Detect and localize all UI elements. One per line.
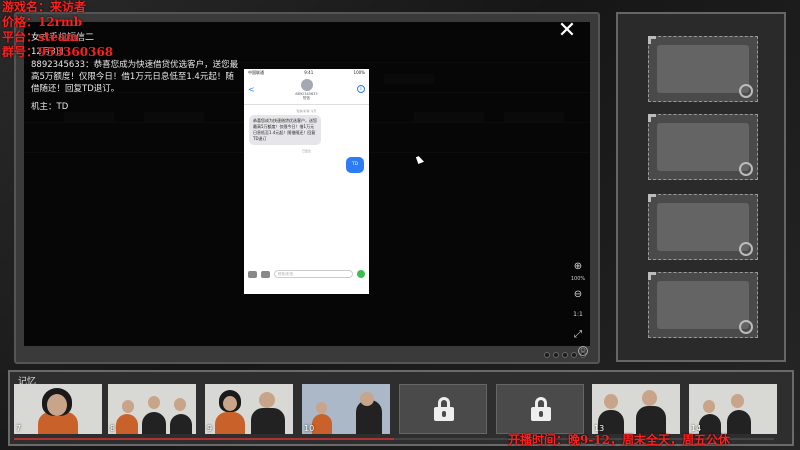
magnifier-icon xyxy=(739,242,753,256)
actual-size-button[interactable]: 1:1 xyxy=(571,308,585,322)
lock-icon xyxy=(531,397,551,421)
zoom-out-icon[interactable]: ⊖ xyxy=(571,288,585,302)
outgoing-sms-bubble: TD xyxy=(346,157,364,173)
phone-screenshot[interactable]: 中国联通 9:41 100% < 8892345633 短信 i 短信/彩信 今… xyxy=(244,69,369,294)
evidence-slot[interactable] xyxy=(648,114,758,180)
message-input: 短信/彩信 xyxy=(274,270,353,278)
memory-thumbnail[interactable]: 10 xyxy=(302,384,390,434)
zoom-controls: ⊕ 100% ⊖ 1:1 ⤢ xyxy=(568,260,588,348)
lock-icon xyxy=(434,397,454,421)
send-icon xyxy=(357,270,365,278)
phone-status-bar: 中国联通 9:41 100% xyxy=(248,70,365,75)
monitor-bar xyxy=(24,350,590,362)
overlay-group: 群号：953360368 xyxy=(2,45,114,59)
zoom-level: 100% xyxy=(570,276,586,282)
phone-input-row: 短信/彩信 xyxy=(244,268,369,280)
appstore-icon xyxy=(261,270,270,278)
incoming-sms-bubble: 恭喜您成为快速借贷优选客户，送您最高5万额度！仅限今日！借1万元日息低至1.4元… xyxy=(249,115,321,145)
delivered-label: 已送达 xyxy=(301,149,311,153)
memory-thumbnail[interactable]: 7 xyxy=(14,384,102,434)
evidence-slot[interactable] xyxy=(648,194,758,260)
memory-thumbnail[interactable]: 14 xyxy=(689,384,777,434)
magnifier-icon xyxy=(739,162,753,176)
magnifier-icon xyxy=(739,320,753,334)
document-message: 8892345633：恭喜您成为快速借贷优选客户，送您最高5万额度！仅限今日！借… xyxy=(31,60,239,94)
indicator-dot xyxy=(562,352,568,358)
memory-thumbnail[interactable]: 13 xyxy=(592,384,680,434)
zoom-in-icon[interactable]: ⊕ xyxy=(571,260,585,274)
close-icon[interactable]: ✕ xyxy=(556,20,578,42)
phone-header: < 8892345633 短信 i xyxy=(244,79,369,105)
magnifier-icon xyxy=(739,84,753,98)
indicator-dot xyxy=(571,352,577,358)
evidence-slot[interactable] xyxy=(648,36,758,102)
camera-icon xyxy=(248,270,257,278)
locked-memory-slot xyxy=(399,384,487,434)
indicator-dot xyxy=(544,352,550,358)
overlay-platform: 平台：steam xyxy=(2,30,79,44)
back-icon: < xyxy=(248,85,255,94)
overlay-schedule: 开播时间：晚9-12，周末全天，周五公休 xyxy=(508,433,731,447)
evidence-slot[interactable] xyxy=(648,272,758,338)
contact-avatar xyxy=(300,79,313,91)
fullscreen-icon[interactable]: ⤢ xyxy=(571,328,585,342)
memory-thumbnail[interactable]: 9 xyxy=(205,384,293,434)
indicator-dot xyxy=(553,352,559,358)
info-icon: i xyxy=(357,85,365,93)
overlay-price: 价格：12rmb xyxy=(2,15,83,29)
power-icon[interactable]: ⏻ xyxy=(578,346,588,356)
locked-memory-slot xyxy=(496,384,584,434)
document-owner: 机主：TD xyxy=(31,102,69,112)
contact-sub: 短信 xyxy=(303,96,310,100)
overlay-game-name: 游戏名：来访者 xyxy=(2,0,87,14)
evidence-panel xyxy=(616,12,786,362)
memory-thumbnail[interactable]: 8 xyxy=(108,384,196,434)
message-time-label: 短信/彩信 今天 xyxy=(296,109,317,113)
